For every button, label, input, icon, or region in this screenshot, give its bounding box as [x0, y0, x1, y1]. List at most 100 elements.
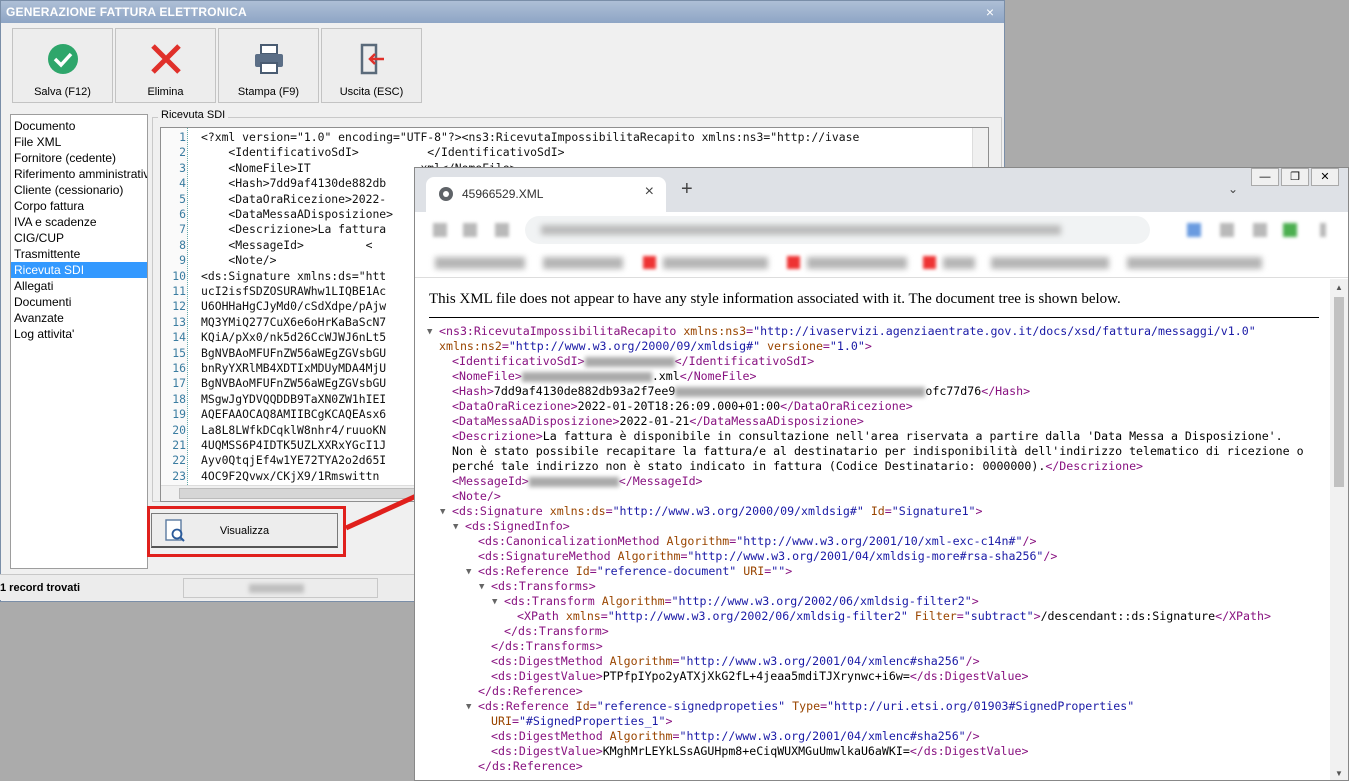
tree-line-content: <Descrizione>La fattura è disponibile in…	[452, 429, 1283, 443]
minimize-button[interactable]: —	[1251, 168, 1279, 186]
tab-strip: 45966529.XML × + ⌄ — ❐ ✕	[415, 168, 1348, 212]
tree-line-content: <ds:DigestMethod Algorithm="http://www.w…	[491, 729, 980, 743]
bookmark-item[interactable]	[435, 257, 525, 269]
url-input[interactable]	[525, 216, 1150, 244]
tree-line: <NomeFile> .xml</NomeFile>	[427, 369, 1304, 384]
tree-line: ▼ <ds:Signature xmlns:ds="http://www.w3.o…	[427, 504, 1304, 519]
menu-icon[interactable]	[1320, 223, 1326, 237]
tree-line: <ds:DigestMethod Algorithm="http://www.w…	[427, 654, 1304, 669]
back-icon[interactable]	[433, 223, 447, 237]
tree-line: </ds:Reference>	[427, 684, 1304, 699]
bookmark-item[interactable]	[943, 257, 975, 269]
collapse-toggle-icon[interactable]: ▼	[466, 700, 471, 715]
tree-line: <ds:DigestValue>PTPfpIYpo2yATXjXkG2fL+4j…	[427, 669, 1304, 684]
globe-icon	[439, 187, 453, 201]
tree-line-content: </ds:Reference>	[478, 759, 583, 773]
tree-line: <ds:DigestMethod Algorithm="http://www.w…	[427, 729, 1304, 744]
tree-line-content: </ds:Transforms>	[491, 639, 603, 653]
tree-line: xmlns:ns2="http://www.w3.org/2000/09/xml…	[427, 339, 1304, 354]
bookmark-item[interactable]	[1127, 257, 1262, 269]
tree-line: <Descrizione>La fattura è disponibile in…	[427, 429, 1304, 444]
tree-line-content: <Note/>	[452, 489, 501, 503]
collapse-toggle-icon[interactable]: ▼	[479, 580, 484, 595]
tree-line: <ds:DigestValue>KMghMrLEYkLSsAGUHpm8+eCi…	[427, 744, 1304, 759]
page-scrollbar[interactable]: ▲ ▼	[1330, 279, 1348, 780]
collapse-toggle-icon[interactable]: ▼	[492, 595, 497, 610]
xml-viewer: This XML file does not appear to have an…	[415, 279, 1332, 780]
tree-line-content: <Hash>7dd9af4130de882db93a2f7ee9 ofc77d76…	[452, 384, 1031, 398]
tree-line-content: <XPath xmlns="http://www.w3.org/2002/06/…	[517, 609, 1271, 623]
tree-line: ▼ <ds:Reference Id="reference-signedprope…	[427, 699, 1304, 714]
browser-window: 45966529.XML × + ⌄ — ❐ ✕ This XML file d…	[414, 167, 1349, 781]
tab-title: 45966529.XML	[462, 187, 544, 201]
tree-line: </ds:Reference>	[427, 759, 1304, 774]
bookmark-icon	[923, 256, 936, 269]
tree-line-content: <ds:Reference Id="reference-signedpropet…	[478, 699, 1135, 713]
profile-avatar[interactable]	[1283, 223, 1297, 237]
tree-line: ▼ <ds:Reference Id="reference-document" U…	[427, 564, 1304, 579]
browser-tab[interactable]: 45966529.XML ×	[426, 177, 666, 212]
tree-line: ▼ <ds:Transforms>	[427, 579, 1304, 594]
bookmark-item[interactable]	[543, 257, 623, 269]
tree-line-content: perché tale indirizzo non è stato indica…	[452, 459, 1144, 473]
bookmark-item[interactable]	[991, 257, 1109, 269]
tree-line-content: <ns3:RicevutaImpossibilitaRecapito xmlns…	[439, 324, 1256, 338]
tree-line: </ds:Transform>	[427, 624, 1304, 639]
style-info-message: This XML file does not appear to have an…	[429, 291, 1319, 318]
bookmark-icon	[643, 256, 656, 269]
tree-line: URI="#SignedProperties_1">	[427, 714, 1304, 729]
tree-line-content: <DataOraRicezione>2022-01-20T18:26:09.00…	[452, 399, 913, 413]
tab-search-button[interactable]: ⌄	[1228, 182, 1238, 196]
tree-line: </ds:Transforms>	[427, 639, 1304, 654]
xml-tree: ▼ <ns3:RicevutaImpossibilitaRecapito xmln…	[427, 324, 1304, 774]
tree-line-content: <MessageId> </MessageId>	[452, 474, 703, 488]
tree-line: <Hash>7dd9af4130de882db93a2f7ee9 ofc77d76…	[427, 384, 1304, 399]
forward-icon[interactable]	[463, 223, 477, 237]
tree-line-content: URI="#SignedProperties_1">	[491, 714, 673, 728]
tree-line-content: </ds:Reference>	[478, 684, 583, 698]
extension-icon[interactable]	[1187, 223, 1201, 237]
bookmark-icon	[787, 256, 800, 269]
collapse-toggle-icon[interactable]: ▼	[453, 520, 458, 535]
tree-line: <IdentificativoSdI> </IdentificativoSdI>	[427, 354, 1304, 369]
tree-line-content: </ds:Transform>	[504, 624, 609, 638]
collapse-toggle-icon[interactable]: ▼	[440, 505, 445, 520]
tree-line-content: <ds:Reference Id="reference-document" UR…	[478, 564, 793, 578]
reload-icon[interactable]	[495, 223, 509, 237]
scroll-up-icon[interactable]: ▲	[1335, 283, 1343, 292]
tree-line-content: <ds:SignedInfo>	[465, 519, 570, 533]
scroll-down-icon[interactable]: ▼	[1335, 769, 1343, 778]
address-bar-row	[415, 212, 1348, 248]
tree-line: <MessageId> </MessageId>	[427, 474, 1304, 489]
tree-line-content: Non è stato possibile recapitare la fatt…	[452, 444, 1304, 458]
collapse-toggle-icon[interactable]: ▼	[466, 565, 471, 580]
new-tab-button[interactable]: +	[681, 178, 693, 201]
page-scroll-thumb[interactable]	[1334, 297, 1344, 487]
tree-line: <Note/>	[427, 489, 1304, 504]
extension-icon[interactable]	[1220, 223, 1234, 237]
tree-line-content: <ds:Transforms>	[491, 579, 596, 593]
tree-line: Non è stato possibile recapitare la fatt…	[427, 444, 1304, 459]
tree-line: <DataOraRicezione>2022-01-20T18:26:09.00…	[427, 399, 1304, 414]
collapse-toggle-icon[interactable]: ▼	[427, 325, 432, 340]
tree-line-content: <ds:CanonicalizationMethod Algorithm="ht…	[478, 534, 1037, 548]
tree-line-content: <ds:DigestMethod Algorithm="http://www.w…	[491, 654, 980, 668]
extension-icon[interactable]	[1253, 223, 1267, 237]
bookmark-item[interactable]	[663, 257, 768, 269]
tree-line: ▼ <ds:Transform Algorithm="http://www.w3.…	[427, 594, 1304, 609]
tab-close-button[interactable]: ×	[645, 183, 654, 201]
bookmarks-bar	[415, 248, 1348, 278]
tree-line: <DataMessaADisposizione>2022-01-21</Data…	[427, 414, 1304, 429]
close-window-button[interactable]: ✕	[1311, 168, 1339, 186]
tree-line-content: <ds:Signature xmlns:ds="http://www.w3.or…	[452, 504, 983, 518]
bookmark-item[interactable]	[807, 257, 907, 269]
tree-line-content: <DataMessaADisposizione>2022-01-21</Data…	[452, 414, 864, 428]
tree-line-content: xmlns:ns2="http://www.w3.org/2000/09/xml…	[439, 339, 872, 353]
tree-line-content: <ds:DigestValue>PTPfpIYpo2yATXjXkG2fL+4j…	[491, 669, 1029, 683]
tree-line-content: <ds:Transform Algorithm="http://www.w3.o…	[504, 594, 979, 608]
tree-line-content: <IdentificativoSdI> </IdentificativoSdI>	[452, 354, 815, 368]
tree-line: perché tale indirizzo non è stato indica…	[427, 459, 1304, 474]
maximize-button[interactable]: ❐	[1281, 168, 1309, 186]
tree-line: <XPath xmlns="http://www.w3.org/2002/06/…	[427, 609, 1304, 624]
tree-line-content: <NomeFile> .xml</NomeFile>	[452, 369, 757, 383]
